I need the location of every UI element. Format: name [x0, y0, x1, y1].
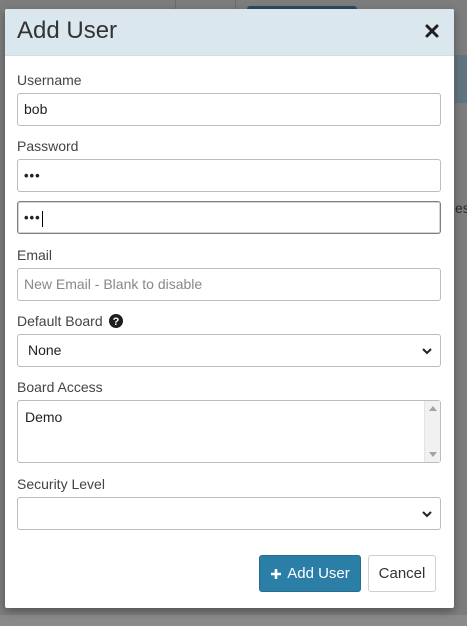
add-user-modal: Add User Username bob Password ••• ••• E…: [5, 9, 454, 608]
email-field[interactable]: New Email - Blank to disable: [17, 268, 441, 301]
add-user-button-label: Add User: [287, 565, 350, 582]
cancel-button[interactable]: Cancel: [368, 555, 436, 592]
board-access-multiselect[interactable]: Demo: [17, 400, 441, 463]
close-icon: [425, 24, 439, 38]
add-user-button[interactable]: Add User: [259, 555, 361, 592]
close-button[interactable]: [422, 21, 442, 41]
board-access-label: Board Access: [17, 379, 103, 395]
board-access-scrollbar[interactable]: [424, 401, 440, 462]
background-footer: [0, 615, 467, 626]
confirm-password-field[interactable]: •••: [17, 201, 441, 234]
email-label: Email: [17, 247, 53, 263]
default-board-select[interactable]: None: [17, 334, 441, 367]
question-circle-icon[interactable]: ?: [108, 314, 123, 331]
chevron-down-icon: [422, 348, 432, 355]
scroll-up-icon[interactable]: [429, 406, 437, 411]
svg-text:?: ?: [112, 316, 119, 328]
modal-header: Add User: [5, 9, 454, 56]
username-label: Username: [17, 72, 82, 88]
default-board-value: None: [28, 342, 62, 358]
scroll-down-icon[interactable]: [429, 452, 437, 457]
plus-icon: [270, 568, 282, 580]
password-label: Password: [17, 138, 79, 154]
username-field[interactable]: bob: [17, 93, 441, 126]
board-access-option[interactable]: Demo: [25, 409, 62, 425]
password-field[interactable]: •••: [17, 159, 441, 192]
text-caret: [41, 210, 43, 227]
confirm-password-value: •••: [24, 210, 41, 225]
background-text-fragment: es: [455, 200, 467, 216]
modal-title: Add User: [17, 17, 118, 44]
background-strip: [455, 55, 467, 103]
security-level-select[interactable]: [17, 497, 441, 530]
default-board-label: Default Board?: [17, 313, 123, 331]
security-level-label: Security Level: [17, 476, 105, 492]
chevron-down-icon: [422, 511, 432, 518]
default-board-label-text: Default Board: [17, 313, 103, 329]
